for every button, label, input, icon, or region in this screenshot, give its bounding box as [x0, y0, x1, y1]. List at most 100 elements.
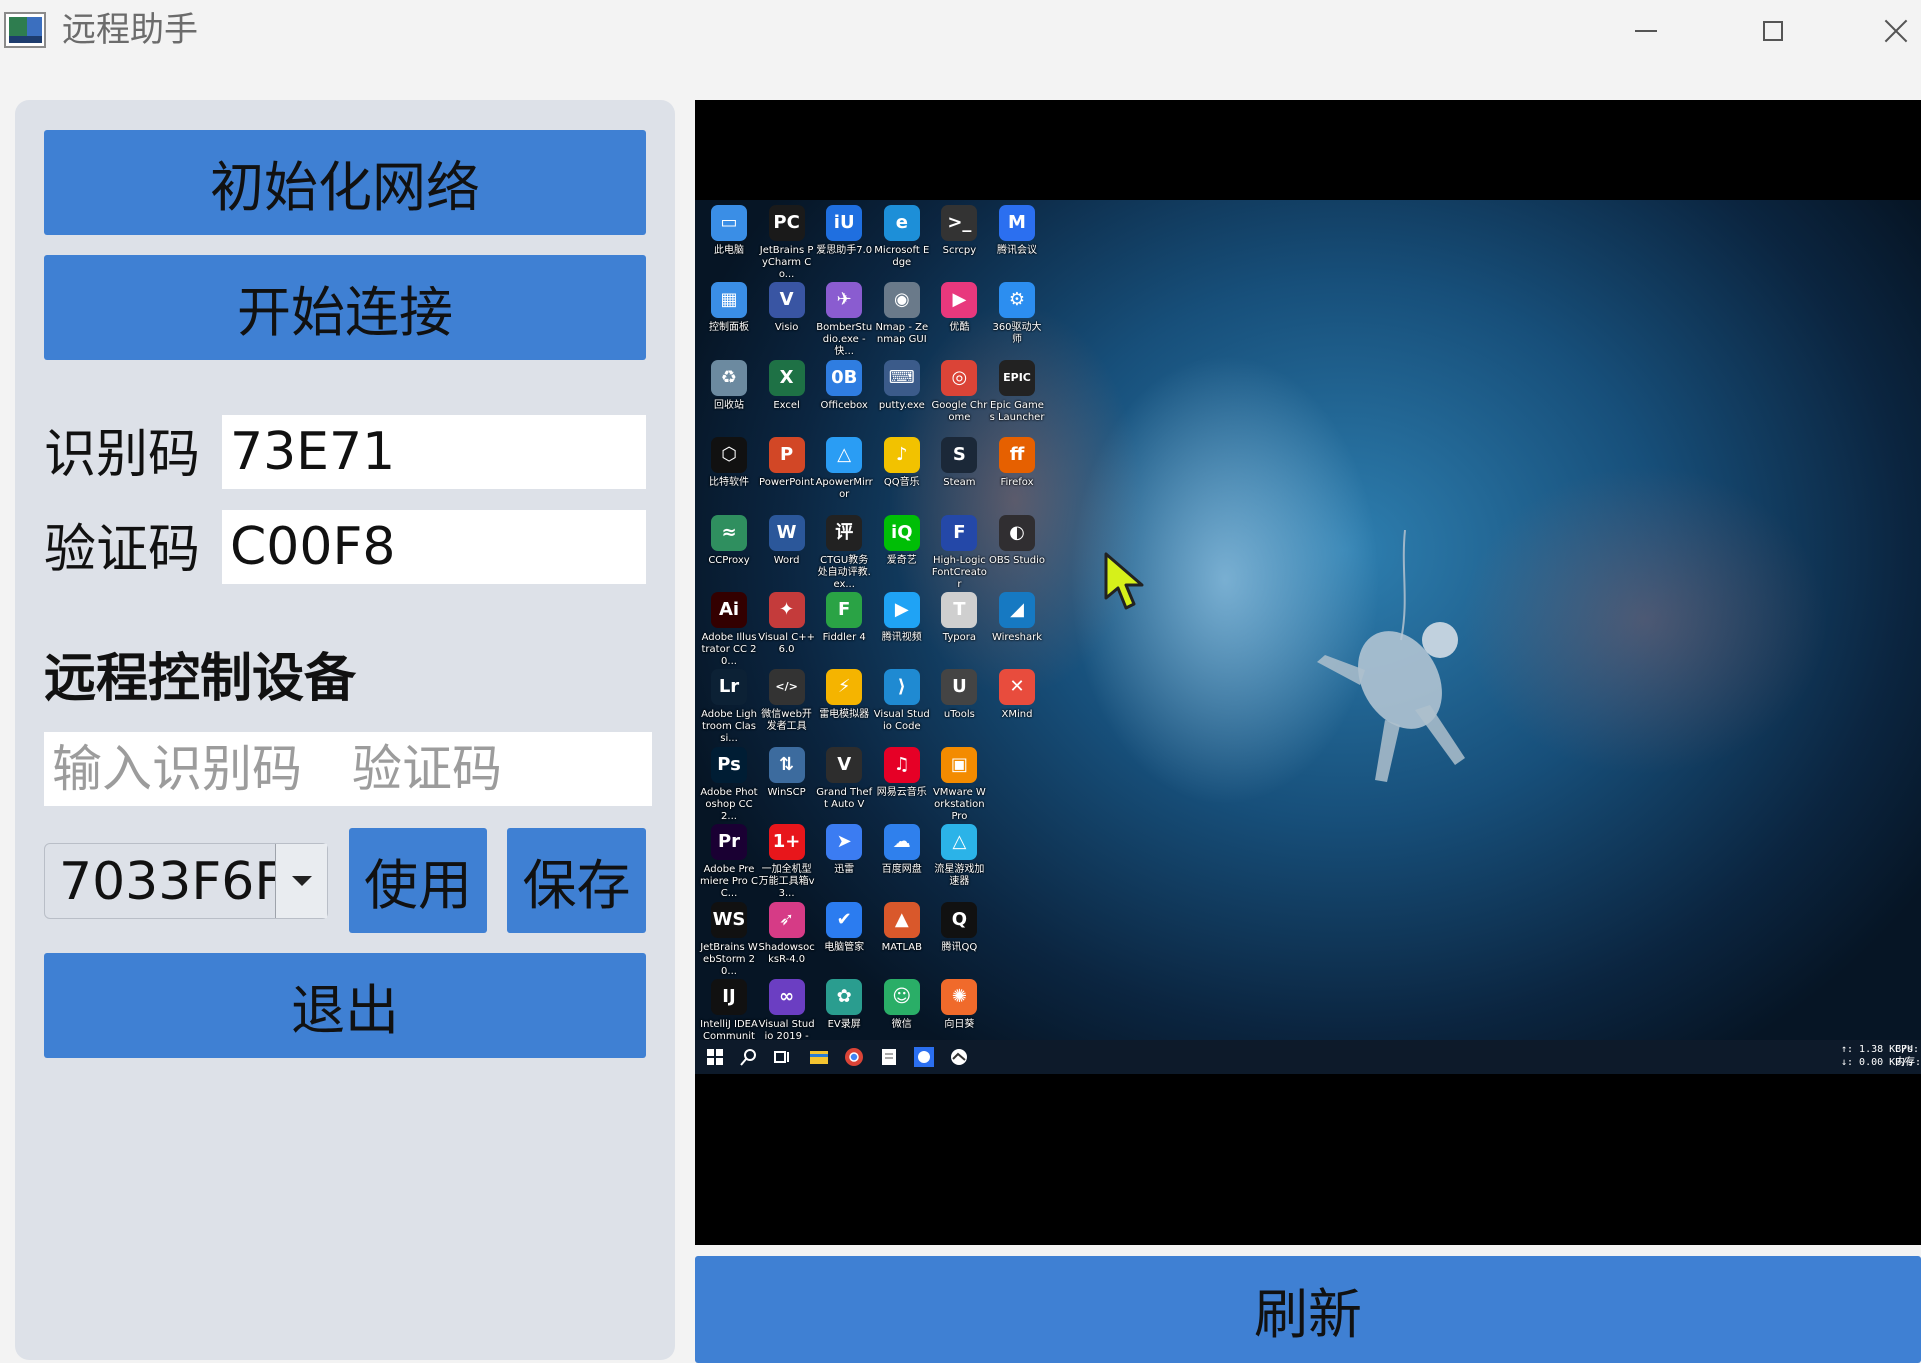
desktop-shortcut[interactable]: △ 流星游戏加速器: [930, 824, 988, 888]
desktop-shortcut[interactable]: V Grand Theft Auto V: [815, 746, 873, 811]
desktop-shortcut[interactable]: ⌨ putty.exe: [873, 359, 931, 412]
desktop-shortcut[interactable]: ◐ OBS Studio: [988, 514, 1046, 567]
app-shortcut-icon: S: [941, 437, 978, 474]
chevron-down-icon[interactable]: [275, 844, 327, 918]
desktop-shortcut[interactable]: e Microsoft Edge: [873, 205, 931, 269]
desktop-shortcut-label: Google Chrome: [931, 399, 988, 423]
desktop-shortcut[interactable]: ▶ 腾讯视频: [873, 592, 931, 644]
desktop-shortcut[interactable]: ♻ 回收站: [700, 359, 758, 412]
desktop-shortcut[interactable]: iU 爱思助手7.0: [815, 205, 873, 257]
desktop-shortcut[interactable]: F Fiddler 4: [815, 592, 873, 644]
desktop-shortcut[interactable]: ✈ BomberStudio.exe - 快...: [815, 282, 873, 358]
remote-assistant-icon: [914, 1047, 934, 1067]
remote-desktop[interactable]: ▭ 此电脑 PC JetBrains PyCharm Co... iU 爱思助手7.0 e M…: [695, 200, 1921, 1074]
desktop-shortcut-label: 百度网盘: [881, 864, 922, 876]
desktop-shortcut[interactable]: ♫ 网易云音乐: [873, 746, 931, 799]
desktop-shortcut-label: MATLAB: [881, 941, 922, 953]
desktop-shortcut-label: WinSCP: [767, 786, 806, 798]
maximize-button[interactable]: [1743, 8, 1803, 54]
app-shortcut-icon: ⌨: [883, 359, 920, 396]
app-shortcut-icon: ⇅: [768, 746, 805, 783]
desktop-shortcut[interactable]: ff Firefox: [988, 437, 1046, 489]
desktop-shortcut[interactable]: ▭ 此电脑: [700, 205, 758, 257]
desktop-shortcut[interactable]: P PowerPoint: [758, 437, 816, 489]
desktop-shortcut[interactable]: Lr Adobe Lightroom Classi...: [700, 669, 758, 745]
desktop-shortcut[interactable]: ➤ 迅雷: [815, 824, 873, 876]
desktop-shortcut[interactable]: ⟩ Visual Studio Code: [873, 669, 931, 733]
desktop-shortcut[interactable]: ✕ XMind: [988, 669, 1046, 721]
desktop-shortcut[interactable]: ➶ ShadowsocksR-4.0: [758, 901, 816, 966]
refresh-button[interactable]: 刷新: [695, 1256, 1921, 1363]
desktop-shortcut-label: VMware Workstation Pro: [932, 786, 986, 822]
desktop-shortcut[interactable]: V Visio: [758, 282, 816, 334]
desktop-shortcut[interactable]: Ai Adobe Illustrator CC 20...: [700, 592, 758, 668]
saved-device-select[interactable]: 7033F6F: [44, 843, 328, 919]
desktop-shortcut[interactable]: ✿ EV录屏: [815, 979, 873, 1031]
desktop-shortcut[interactable]: W Word: [758, 514, 816, 567]
desktop-shortcut[interactable]: Ps Adobe Photoshop CC 2...: [700, 746, 758, 823]
desktop-shortcut[interactable]: ⬡ 比特软件: [700, 437, 758, 489]
start-connect-button[interactable]: 开始连接: [44, 255, 646, 360]
desktop-shortcut[interactable]: ▲ MATLAB: [873, 901, 931, 954]
desktop-shortcut[interactable]: PC JetBrains PyCharm Co...: [758, 205, 816, 281]
desktop-shortcut[interactable]: ◎ Google Chrome: [930, 359, 988, 424]
app-icon: [4, 12, 46, 48]
desktop-shortcut-label: Adobe Premiere Pro CC...: [700, 864, 758, 900]
desktop-shortcut-label: 流星游戏加速器: [934, 864, 985, 888]
desktop-shortcut[interactable]: ≈ CCProxy: [700, 514, 758, 567]
app-shortcut-icon: Ai: [711, 592, 747, 628]
desktop-shortcut[interactable]: </> 微信web开发者工具: [758, 669, 816, 733]
app-shortcut-icon: Lr: [711, 669, 747, 706]
desktop-shortcut[interactable]: Pr Adobe Premiere Pro CC...: [700, 824, 758, 900]
desktop-shortcut-label: Wireshark: [991, 632, 1043, 643]
desktop-shortcut[interactable]: M 腾讯会议: [988, 205, 1046, 257]
id-label: 识别码: [44, 425, 201, 485]
desktop-shortcut[interactable]: ☁ 百度网盘: [873, 824, 931, 876]
window-title: 远程助手: [62, 10, 198, 50]
desktop-shortcut[interactable]: WS JetBrains WebStorm 20...: [700, 901, 758, 978]
desktop-shortcut[interactable]: ◉ Nmap - Zenmap GUI: [873, 282, 931, 346]
desktop-shortcut[interactable]: UuTools: [930, 669, 988, 721]
exit-button[interactable]: 退出: [44, 953, 646, 1058]
desktop-shortcut-label: Epic Games Launcher: [989, 399, 1045, 423]
use-button[interactable]: 使用: [349, 828, 487, 933]
desktop-shortcut[interactable]: >_ Scrcpy: [930, 205, 988, 257]
desktop-shortcut-label: 爱奇艺: [886, 554, 917, 566]
desktop-shortcut[interactable]: X Excel: [758, 359, 816, 412]
desktop-shortcut[interactable]: EPIC Epic Games Launcher: [988, 359, 1046, 424]
desktop-shortcut[interactable]: ⚙ 360驱动大师: [988, 282, 1046, 346]
init-network-button[interactable]: 初始化网络: [44, 130, 646, 235]
desktop-shortcut[interactable]: ♪ QQ音乐: [873, 437, 931, 489]
desktop-shortcut[interactable]: ▶ 优酷: [930, 282, 988, 334]
desktop-shortcut[interactable]: 1+ 一加全机型万能工具箱v3...: [758, 824, 816, 900]
close-button[interactable]: [1870, 8, 1921, 54]
desktop-shortcut[interactable]: ✦ Visual C++ 6.0: [758, 592, 816, 656]
desktop-shortcut[interactable]: S Steam: [930, 437, 988, 489]
desktop-shortcut[interactable]: 0B Officebox: [815, 359, 873, 412]
desktop-shortcut-label: ShadowsocksR-4.0: [758, 941, 815, 965]
desktop-shortcut[interactable]: 评 CTGU教务处自动评教.ex...: [815, 514, 873, 591]
remote-screen-view[interactable]: ▭ 此电脑 PC JetBrains PyCharm Co... iU 爱思助手7.0 e M…: [695, 100, 1921, 1245]
desktop-shortcut-label: Visual Studio Code: [873, 709, 930, 733]
minimize-button[interactable]: [1616, 8, 1676, 54]
desktop-shortcut[interactable]: iQ 爱奇艺: [873, 514, 931, 567]
desktop-shortcut[interactable]: ▦ 控制面板: [700, 282, 758, 334]
app-shortcut-icon: ♻: [711, 359, 747, 396]
desktop-shortcut-label: uTools: [943, 709, 975, 721]
desktop-shortcut[interactable]: T Typora: [930, 592, 988, 644]
app-shortcut-icon: ✈: [826, 282, 863, 319]
remote-credentials-input[interactable]: [44, 732, 652, 806]
desktop-shortcut[interactable]: Q 腾讯QQ: [930, 901, 988, 954]
desktop-shortcut[interactable]: ✔ 电脑管家: [815, 901, 873, 954]
desktop-shortcut[interactable]: ⇅ WinSCP: [758, 746, 816, 799]
desktop-shortcut-label: Visio: [774, 322, 799, 334]
desktop-shortcut[interactable]: ◢ Wireshark: [988, 592, 1046, 644]
desktop-shortcut[interactable]: ▣ VMware Workstation Pro: [930, 746, 988, 823]
desktop-shortcut[interactable]: ✺ 向日葵: [930, 979, 988, 1031]
desktop-shortcut[interactable]: ⚡ 雷电模拟器: [815, 669, 873, 721]
desktop-shortcut[interactable]: ☺ 微信: [873, 979, 931, 1031]
desktop-shortcut[interactable]: △ ApowerMirror: [815, 437, 873, 501]
save-button[interactable]: 保存: [507, 828, 646, 933]
desktop-shortcut-label: Scrcpy: [942, 245, 977, 256]
desktop-shortcut[interactable]: F High-Logic FontCreator: [930, 514, 988, 591]
